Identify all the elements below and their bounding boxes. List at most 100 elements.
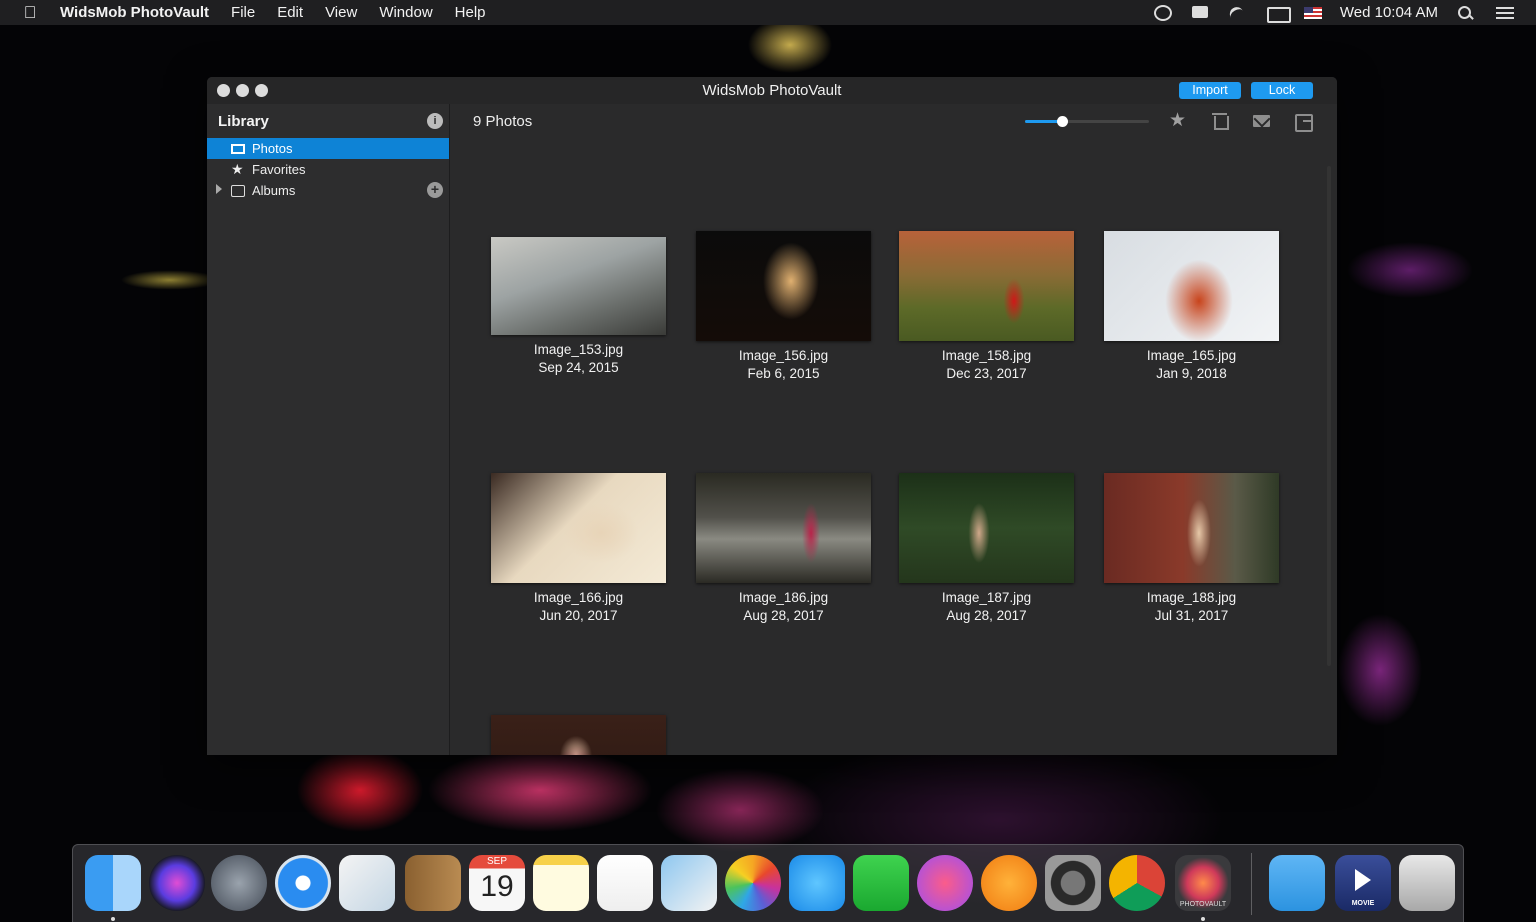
star-icon [231,161,245,178]
close-window-button[interactable] [217,84,230,97]
sidebar-item-albums[interactable]: Albums + [207,180,449,201]
photo-thumbnail[interactable] [899,231,1074,341]
photo-date: Dec 23, 2017 [946,366,1027,381]
creative-cloud-icon[interactable] [1153,4,1172,21]
photo-thumbnail[interactable] [491,473,666,583]
zoom-slider[interactable] [1025,116,1149,127]
chrome-dock-icon[interactable] [1109,855,1165,911]
notification-center-icon[interactable] [1494,5,1514,21]
photo-thumbnail[interactable] [491,715,666,755]
notes-dock-icon[interactable] [533,855,589,911]
photo-filename: Image_187.jpg [941,590,1032,605]
notification-icon[interactable] [1190,5,1210,21]
scrollbar[interactable] [1327,166,1331,666]
photo-date: Aug 28, 2017 [743,608,824,623]
menu-window[interactable]: Window [379,4,432,21]
photo-tile[interactable]: Image_186.jpg Aug 28, 2017 [696,473,871,625]
export-icon[interactable] [1295,112,1313,132]
running-indicator [1201,917,1205,921]
add-album-icon[interactable]: + [427,182,443,198]
movie-dock-label: MOVIE [1351,900,1375,907]
app-menu[interactable]: WidsMob PhotoVault [60,4,209,21]
photo-tile[interactable]: Image_156.jpg Feb 6, 2015 [696,231,871,383]
photo-thumbnail[interactable] [491,237,666,335]
lock-button[interactable]: Lock [1251,82,1313,99]
import-button[interactable]: Import [1179,82,1241,99]
finder-dock-icon[interactable] [85,855,141,911]
sidebar-item-label: Favorites [252,162,306,177]
zoom-window-button[interactable] [255,84,268,97]
photos-icon [231,143,245,154]
trash-icon[interactable] [1211,112,1229,130]
calendar-day: 19 [480,870,514,903]
photovault-dock-icon[interactable]: PHOTOVAULT [1175,855,1231,911]
photo-thumbnail[interactable] [899,473,1074,583]
itunes-dock-icon[interactable] [917,855,973,911]
photos-dock-icon[interactable] [725,855,781,911]
airplay-icon[interactable] [1228,5,1248,21]
siri-dock-icon[interactable] [149,855,205,911]
spotlight-search-icon[interactable] [1456,5,1476,21]
album-icon [231,184,245,197]
zoom-slider-knob[interactable] [1057,116,1069,127]
minimize-window-button[interactable] [236,84,249,97]
sidebar: Library i Photos Favorites Albums + [207,104,450,755]
photo-tile[interactable]: Image_153.jpg Sep 24, 2015 [491,237,666,377]
running-indicator [111,917,115,921]
apple-menu-icon[interactable]:  [0,3,60,23]
photo-tile[interactable]: Image_187.jpg Aug 28, 2017 [899,473,1074,625]
messages-dock-icon[interactable] [789,855,845,911]
photo-filename: Image_188.jpg [1146,590,1237,605]
window-title: WidsMob PhotoVault [702,82,842,99]
photo-thumbnail[interactable] [1104,473,1279,583]
title-bar[interactable]: WidsMob PhotoVault Import Lock [207,77,1337,104]
calendar-dock-icon[interactable]: SEP 19 [469,855,525,911]
menu-clock[interactable]: Wed 10:04 AM [1340,4,1438,21]
menu-file[interactable]: File [231,4,255,21]
trash-dock-icon[interactable] [1399,855,1455,911]
content-toolbar: 9 Photos [451,104,1337,138]
photo-tile[interactable]: Image_165.jpg Jan 9, 2018 [1104,231,1279,383]
info-icon[interactable]: i [427,113,443,129]
safari-dock-icon[interactable] [275,855,331,911]
sidebar-item-favorites[interactable]: Favorites [207,159,449,180]
library-header: Library i [207,104,449,138]
photo-thumbnail[interactable] [696,231,871,341]
movie-dock-icon[interactable]: MOVIE [1335,855,1391,911]
photo-browser: 9 Photos Image_153.jpgSep 24, 2015Image_… [451,104,1337,755]
photo-filename: Image_186.jpg [738,590,829,605]
photo-thumbnail[interactable] [696,473,871,583]
display-icon[interactable] [1266,5,1291,23]
favorite-star-icon[interactable] [1169,109,1187,132]
menu-edit[interactable]: Edit [277,4,303,21]
photo-filename: Image_158.jpg [941,348,1032,363]
mail-dock-icon[interactable] [339,855,395,911]
us-flag-icon[interactable] [1303,6,1322,19]
mail-icon[interactable] [1253,112,1271,129]
sidebar-item-photos[interactable]: Photos [207,138,449,159]
photovault-window: WidsMob PhotoVault Import Lock Library i… [207,77,1337,755]
folder-dock-icon[interactable] [1269,855,1325,911]
photo-tile[interactable]: Image_166.jpg Jun 20, 2017 [491,473,666,625]
sidebar-item-label: Photos [252,141,293,156]
photo-tile[interactable] [491,715,666,755]
menu-view[interactable]: View [325,4,357,21]
photo-tile[interactable]: Image_158.jpg Dec 23, 2017 [899,231,1074,383]
photo-thumbnail[interactable] [1104,231,1279,341]
photo-count: 9 Photos [473,112,533,130]
preview-dock-icon[interactable] [661,855,717,911]
dock: SEP 19 PHOTOVAULT MOVIE [72,844,1464,922]
menu-help[interactable]: Help [455,4,486,21]
sidebar-item-label: Albums [252,183,296,198]
photo-filename: Image_166.jpg [533,590,624,605]
ibooks-dock-icon[interactable] [981,855,1037,911]
system-preferences-dock-icon[interactable] [1045,855,1101,911]
play-icon [1355,869,1371,891]
facetime-dock-icon[interactable] [853,855,909,911]
disclosure-triangle-icon[interactable] [216,184,222,194]
reminders-dock-icon[interactable] [597,855,653,911]
launchpad-dock-icon[interactable] [211,855,267,911]
photo-tile[interactable]: Image_188.jpg Jul 31, 2017 [1104,473,1279,625]
menu-bar:  WidsMob PhotoVault File Edit View Wind… [0,0,1536,25]
contacts-dock-icon[interactable] [405,855,461,911]
